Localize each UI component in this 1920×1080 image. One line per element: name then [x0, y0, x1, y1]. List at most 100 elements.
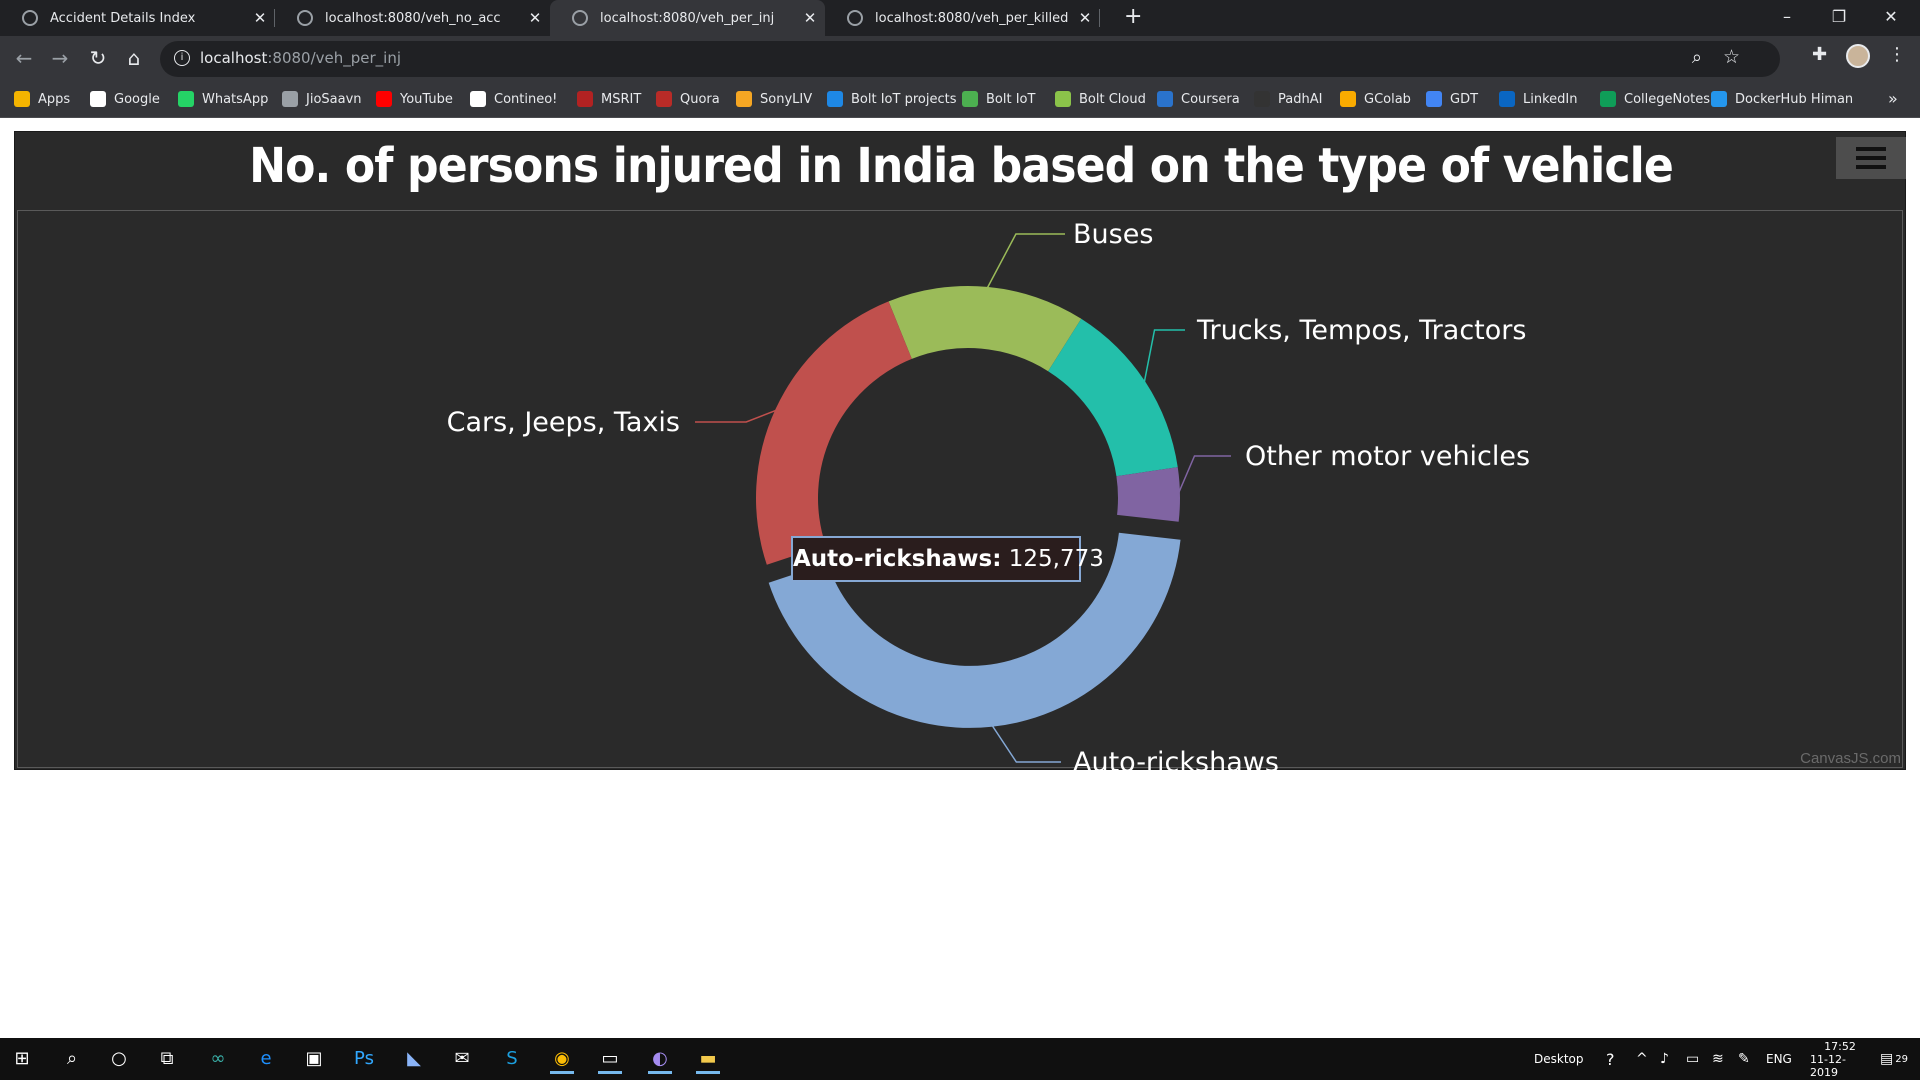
globe-icon: [22, 10, 38, 26]
bookmark-favicon-icon: [577, 91, 593, 107]
terminal-icon[interactable]: ▭: [598, 1047, 622, 1074]
store-icon[interactable]: ▣: [302, 1047, 326, 1071]
notifications-icon[interactable]: ▤ 29: [1880, 1038, 1908, 1080]
clock[interactable]: 17:52 11-12-2019: [1810, 1038, 1870, 1080]
tab-title: Accident Details Index: [50, 10, 196, 26]
url-text[interactable]: localhost:8080/veh_per_inj: [200, 49, 401, 67]
tab-accident-details[interactable]: Accident Details Index ✕: [0, 0, 275, 36]
file-explorer-icon[interactable]: ▬: [696, 1047, 720, 1074]
bookmark-favicon-icon: [14, 91, 30, 107]
info-icon[interactable]: i: [174, 50, 190, 66]
close-icon[interactable]: ✕: [1070, 9, 1100, 27]
bookmark-item[interactable]: Apps: [14, 91, 70, 107]
bookmark-label: GDT: [1450, 91, 1479, 107]
forward-arrow-icon[interactable]: →: [48, 46, 72, 70]
tab-veh-no-acc[interactable]: localhost:8080/veh_no_acc ✕: [275, 0, 550, 36]
help-icon[interactable]: ?: [1606, 1038, 1615, 1080]
bookmark-item[interactable]: WhatsApp: [178, 91, 268, 107]
tab-separator: [1099, 9, 1100, 27]
address-bar[interactable]: i localhost:8080/veh_per_inj ⌕ ☆: [160, 41, 1780, 77]
bookmark-item[interactable]: Bolt IoT: [962, 91, 1035, 107]
wifi-icon[interactable]: ≋: [1712, 1038, 1724, 1080]
back-arrow-icon[interactable]: ←: [12, 46, 36, 70]
canvasjs-credit[interactable]: CanvasJS.com: [1800, 750, 1901, 767]
bookmark-label: Bolt IoT projects: [851, 91, 957, 107]
new-tab-button[interactable]: +: [1124, 4, 1142, 29]
mail-icon[interactable]: ✉: [450, 1047, 474, 1071]
close-icon[interactable]: ✕: [245, 9, 275, 27]
bookmark-label: Bolt IoT: [986, 91, 1036, 107]
bookmark-label: MSRIT: [601, 91, 642, 107]
eclipse-icon[interactable]: ◐: [648, 1047, 672, 1074]
bookmark-label: DockerHub Himan: [1735, 91, 1854, 107]
close-icon[interactable]: ✕: [520, 9, 550, 27]
bookmark-item[interactable]: Bolt Cloud: [1055, 91, 1146, 107]
bookmark-item[interactable]: MSRIT: [577, 91, 641, 107]
windows-start-icon[interactable]: ⊞: [10, 1047, 34, 1071]
close-icon[interactable]: ✕: [795, 9, 825, 27]
url-path: :8080/veh_per_inj: [267, 49, 401, 67]
tab-veh-per-killed[interactable]: localhost:8080/veh_per_killed ✕: [825, 0, 1100, 36]
bookmark-favicon-icon: [1711, 91, 1727, 107]
window-close-icon[interactable]: ✕: [1868, 0, 1914, 32]
doughnut-chart: Buses Trucks, Tempos, Tractors Other motor…: [447, 219, 1531, 771]
bookmark-item[interactable]: PadhAI: [1254, 91, 1322, 107]
bookmark-item[interactable]: GDT: [1426, 91, 1478, 107]
app-icon[interactable]: ◣: [402, 1047, 426, 1071]
minimize-icon[interactable]: –: [1764, 0, 1810, 32]
zoom-icon[interactable]: ⌕: [1692, 47, 1702, 68]
bookmarks-bar: » Apps Google WhatsApp JioSaavn YouTube Conti…: [0, 82, 1920, 118]
bookmark-item[interactable]: Coursera: [1157, 91, 1240, 107]
bookmark-label: GColab: [1364, 91, 1411, 107]
bookmark-item[interactable]: JioSaavn: [282, 91, 362, 107]
search-icon[interactable]: ⌕: [60, 1047, 84, 1071]
bookmark-item[interactable]: GColab: [1340, 91, 1411, 107]
language-indicator[interactable]: ENG: [1766, 1038, 1792, 1080]
bookmark-label: Quora: [680, 91, 720, 107]
bookmark-label: Bolt Cloud: [1079, 91, 1146, 107]
bookmark-item[interactable]: Google: [90, 91, 160, 107]
doughnut-slice[interactable]: [756, 301, 912, 565]
bookmark-item[interactable]: Bolt IoT projects: [827, 91, 956, 107]
bookmark-favicon-icon: [1055, 91, 1071, 107]
bookmark-item[interactable]: DockerHub Himan: [1711, 91, 1853, 107]
browser-toolbar: ← → ↻ ⌂ i localhost:8080/veh_per_inj ⌕ ☆…: [0, 36, 1920, 82]
tab-title: localhost:8080/veh_per_killed: [875, 10, 1069, 26]
volume-icon[interactable]: ♪: [1660, 1038, 1669, 1080]
bookmark-item[interactable]: YouTube: [376, 91, 453, 107]
chrome-icon[interactable]: ◉: [550, 1047, 574, 1074]
desktop-toolbar[interactable]: Desktop: [1534, 1038, 1584, 1080]
menu-kebab-icon[interactable]: ⋮: [1888, 44, 1906, 65]
tray-chevron-icon[interactable]: ^: [1636, 1038, 1648, 1080]
arduino-icon[interactable]: ∞: [206, 1047, 230, 1071]
tab-title: localhost:8080/veh_no_acc: [325, 10, 501, 26]
pen-icon[interactable]: ✎: [1738, 1038, 1750, 1080]
bookmark-item[interactable]: Contineo!: [470, 91, 557, 107]
home-icon[interactable]: ⌂: [122, 46, 146, 70]
battery-icon[interactable]: ▭: [1686, 1038, 1699, 1080]
doughnut-slice[interactable]: [1116, 467, 1180, 522]
bookmark-item[interactable]: CollegeNotes: [1600, 91, 1710, 107]
tab-veh-per-inj[interactable]: localhost:8080/veh_per_inj ✕: [550, 0, 825, 36]
doughnut-slice[interactable]: [1048, 318, 1178, 477]
bookmark-star-icon[interactable]: ☆: [1723, 46, 1740, 68]
reload-icon[interactable]: ↻: [86, 46, 110, 70]
bookmark-favicon-icon: [1254, 91, 1270, 107]
extensions-icon[interactable]: ✚: [1812, 44, 1827, 65]
chart-tooltip: Auto-rickshaws: 125,773: [791, 536, 1104, 582]
edge-icon[interactable]: e: [254, 1047, 278, 1071]
bookmarks-overflow-button[interactable]: »: [1888, 89, 1898, 108]
profile-avatar[interactable]: [1846, 44, 1870, 68]
skype-icon[interactable]: S: [500, 1047, 524, 1071]
bookmark-label: CollegeNotes: [1624, 91, 1711, 107]
cortana-icon[interactable]: ○: [107, 1047, 131, 1071]
bookmark-item[interactable]: SonyLIV: [736, 91, 812, 107]
bookmark-favicon-icon: [1340, 91, 1356, 107]
bookmark-item[interactable]: LinkedIn: [1499, 91, 1577, 107]
windows-taskbar: ⊞ ⌕ ○ ⧉ ∞ e ▣ Ps ◣ ✉ S ◉ ▭ ◐ ▬ Desktop ?…: [0, 1038, 1920, 1080]
doughnut-slice[interactable]: [888, 286, 1082, 372]
task-view-icon[interactable]: ⧉: [155, 1047, 179, 1071]
bookmark-item[interactable]: Quora: [656, 91, 720, 107]
photoshop-icon[interactable]: Ps: [352, 1047, 376, 1071]
restore-icon[interactable]: ❐: [1816, 0, 1862, 32]
